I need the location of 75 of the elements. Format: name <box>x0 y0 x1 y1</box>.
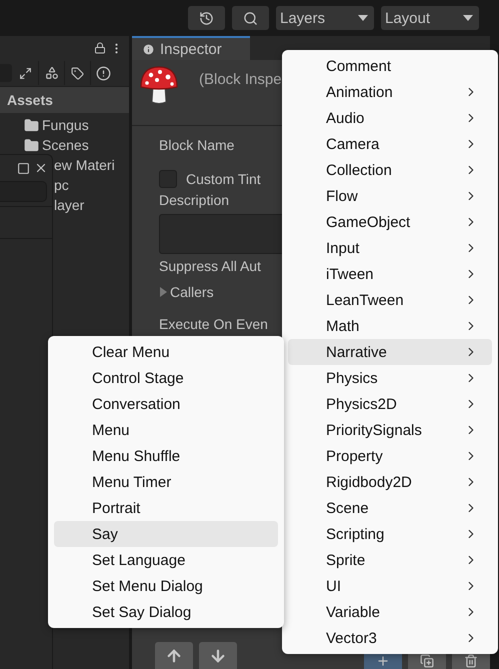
warning-icon <box>96 66 111 80</box>
mushroom-icon <box>139 64 179 106</box>
menu-item[interactable]: Property <box>288 443 492 469</box>
history-button[interactable] <box>188 6 225 30</box>
caret-icon <box>358 15 368 21</box>
duplicate-icon <box>420 654 434 668</box>
menu-item[interactable]: GameObject <box>288 209 492 235</box>
menu-item[interactable]: Math <box>288 313 492 339</box>
field-label: Execute On Even <box>159 315 268 333</box>
folder-icon <box>24 118 39 132</box>
menu-item[interactable]: Scene <box>288 495 492 521</box>
menu-item[interactable]: Flow <box>288 183 492 209</box>
menu-item[interactable]: Audio <box>288 105 492 131</box>
tree-item[interactable]: Scenes <box>42 137 89 153</box>
inspector-title: (Block Inspe <box>199 71 282 88</box>
shapes-icon <box>44 66 58 80</box>
menu-item[interactable]: Animation <box>288 79 492 105</box>
menu-item[interactable]: Rigidbody2D <box>288 469 492 495</box>
close-icon[interactable] <box>34 161 48 175</box>
trash-icon <box>464 654 478 668</box>
menu-item[interactable]: Control Stage <box>54 365 278 391</box>
menu-item[interactable]: Scripting <box>288 521 492 547</box>
field-label: Suppress All Aut <box>159 257 261 275</box>
tag-icon <box>71 66 84 80</box>
menu-item[interactable]: Camera <box>288 131 492 157</box>
menu-item[interactable]: Vector3 <box>288 625 492 651</box>
menu-item[interactable]: iTween <box>288 261 492 287</box>
foldout-arrow-icon[interactable] <box>159 287 167 297</box>
menu-item[interactable]: Set Language <box>54 547 278 573</box>
history-icon <box>199 10 214 26</box>
search-button[interactable] <box>232 6 269 30</box>
field-label: Description <box>159 191 230 209</box>
menu-item[interactable]: Menu Shuffle <box>54 443 278 469</box>
expand-icon <box>18 66 32 80</box>
checkbox-label: Custom Tint <box>186 170 261 188</box>
foldout-label[interactable]: Callers <box>170 283 214 301</box>
lock-icon[interactable] <box>94 42 106 54</box>
menu-item[interactable]: Say <box>54 521 278 547</box>
menu-item[interactable]: Portrait <box>54 495 278 521</box>
plus-icon <box>376 654 390 668</box>
menu-item[interactable]: Narrative <box>288 339 492 365</box>
arrow-down-icon <box>209 646 227 664</box>
menu-item[interactable]: Set Menu Dialog <box>54 573 278 599</box>
menu-item[interactable]: Comment <box>288 53 492 79</box>
menu-item[interactable]: Set Say Dialog <box>54 599 278 625</box>
menu-item[interactable]: Menu Timer <box>54 469 278 495</box>
search-icon <box>243 10 258 26</box>
tree-item[interactable]: pc <box>54 177 69 193</box>
tree-item[interactable]: Fungus <box>42 117 89 133</box>
menu-item[interactable]: Menu <box>54 417 278 443</box>
tree-item[interactable]: ew Materi <box>54 157 115 173</box>
menu-item[interactable]: Variable <box>288 599 492 625</box>
menu-item[interactable]: Physics <box>288 365 492 391</box>
move-down-button[interactable] <box>199 642 237 669</box>
field-label: Block Name <box>159 136 234 154</box>
menu-item[interactable]: Conversation <box>54 391 278 417</box>
menu-item[interactable]: Input <box>288 235 492 261</box>
maximize-icon[interactable] <box>17 162 30 174</box>
caret-icon <box>463 15 473 21</box>
menu-item[interactable]: PrioritySignals <box>288 417 492 443</box>
move-up-button[interactable] <box>155 642 193 669</box>
info-icon <box>142 42 155 56</box>
menu-item[interactable]: Sprite <box>288 547 492 573</box>
folder-icon <box>24 138 39 152</box>
menu-item[interactable]: Physics2D <box>288 391 492 417</box>
inspector-tab[interactable]: Inspector <box>132 36 250 60</box>
menu-item[interactable]: UI <box>288 573 492 599</box>
menu-item[interactable]: LeanTween <box>288 287 492 313</box>
dropdown[interactable]: Layout <box>381 6 479 30</box>
section-header: Assets <box>0 87 129 113</box>
menu-item[interactable]: Clear Menu <box>54 339 278 365</box>
menu-item[interactable]: Collection <box>288 157 492 183</box>
tree-item[interactable]: layer <box>54 197 84 213</box>
checkbox[interactable] <box>159 170 177 188</box>
dropdown[interactable]: Layers <box>276 6 374 30</box>
